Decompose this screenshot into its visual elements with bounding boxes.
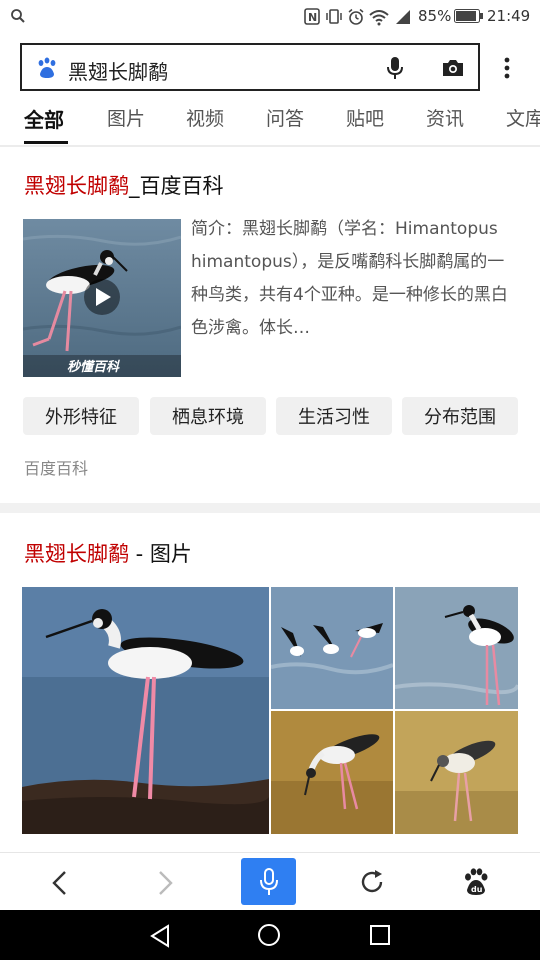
- image-result-5[interactable]: [395, 711, 518, 834]
- baike-result-title[interactable]: 黑翅长脚鹬_百度百科: [24, 170, 224, 200]
- forward-arrow-icon[interactable]: [155, 870, 175, 896]
- images-title-keyword: 黑翅长脚鹬: [24, 542, 129, 566]
- svg-text:N: N: [308, 11, 317, 24]
- baike-source: 百度百科: [24, 459, 89, 478]
- image-result-2[interactable]: [271, 587, 393, 709]
- nfc-icon: N: [304, 8, 320, 25]
- chip-appearance[interactable]: 外形特征: [23, 397, 139, 435]
- title-source: _百度百科: [129, 174, 224, 198]
- status-bar: N 85% 21:49: [0, 0, 540, 34]
- watermark-text: 秒懂百科: [67, 359, 120, 375]
- tab-videos[interactable]: 视频: [186, 104, 224, 131]
- tab-qa[interactable]: 问答: [266, 104, 304, 131]
- active-tab-indicator: [24, 141, 68, 144]
- tab-images[interactable]: 图片: [107, 104, 145, 131]
- vibrate-icon: [326, 9, 342, 24]
- voice-search-button[interactable]: [241, 858, 296, 905]
- battery-icon: [454, 9, 483, 23]
- tab-all[interactable]: 全部: [24, 104, 64, 133]
- stilt-birds-feeding-photo: [271, 587, 393, 709]
- refresh-icon[interactable]: [360, 869, 386, 895]
- baidu-paw-icon: [38, 57, 56, 78]
- battery-percent: 85%: [418, 7, 452, 25]
- chip-habitat[interactable]: 栖息环境: [150, 397, 266, 435]
- stilt-bird-photo: [395, 587, 518, 709]
- tab-tieba[interactable]: 贴吧: [346, 104, 384, 131]
- stilt-bird-photo: 秒懂百科: [23, 219, 181, 377]
- image-result-4[interactable]: [271, 711, 393, 834]
- nav-recents-square-icon[interactable]: [369, 924, 391, 946]
- system-nav-bar: [0, 910, 540, 960]
- browser-toolbar: du: [0, 852, 540, 911]
- clock: 21:49: [487, 7, 531, 25]
- image-result-3[interactable]: [395, 587, 518, 709]
- image-result-1[interactable]: [22, 587, 269, 834]
- chip-habits[interactable]: 生活习性: [276, 397, 392, 435]
- search-box[interactable]: 黑翅长脚鹬: [20, 43, 480, 91]
- tab-wenku[interactable]: 文库: [506, 104, 540, 131]
- back-arrow-icon[interactable]: [50, 870, 70, 896]
- signal-icon: [396, 10, 410, 24]
- tab-news[interactable]: 资讯: [426, 104, 464, 131]
- stilt-bird-photo: [395, 711, 518, 834]
- images-title-rest: - 图片: [129, 542, 192, 566]
- stilt-bird-photo: [271, 711, 393, 834]
- section-separator: [0, 503, 540, 513]
- baike-video-thumbnail[interactable]: 秒懂百科: [23, 219, 181, 377]
- images-result-title[interactable]: 黑翅长脚鹬 - 图片: [24, 538, 192, 568]
- alarm-icon: [348, 8, 364, 25]
- stilt-bird-photo: [22, 587, 269, 834]
- nav-home-circle-icon[interactable]: [257, 923, 281, 947]
- wifi-icon: [369, 10, 389, 26]
- search-icon: [11, 9, 25, 23]
- svg-text:du: du: [471, 885, 483, 894]
- chip-distribution[interactable]: 分布范围: [402, 397, 518, 435]
- nav-back-triangle-icon[interactable]: [149, 924, 171, 948]
- microphone-icon: [260, 868, 278, 895]
- microphone-icon[interactable]: [386, 56, 404, 80]
- camera-icon[interactable]: [441, 58, 465, 78]
- divider: [0, 145, 540, 147]
- title-keyword: 黑翅长脚鹬: [24, 174, 129, 198]
- search-input[interactable]: 黑翅长脚鹬: [68, 56, 168, 85]
- baidu-paw-icon[interactable]: du: [463, 868, 489, 896]
- baike-summary: 简介：黑翅长脚鹬（学名：Himantopus himantopus），是反嘴鹬科…: [191, 219, 508, 338]
- more-vertical-icon[interactable]: [502, 56, 512, 80]
